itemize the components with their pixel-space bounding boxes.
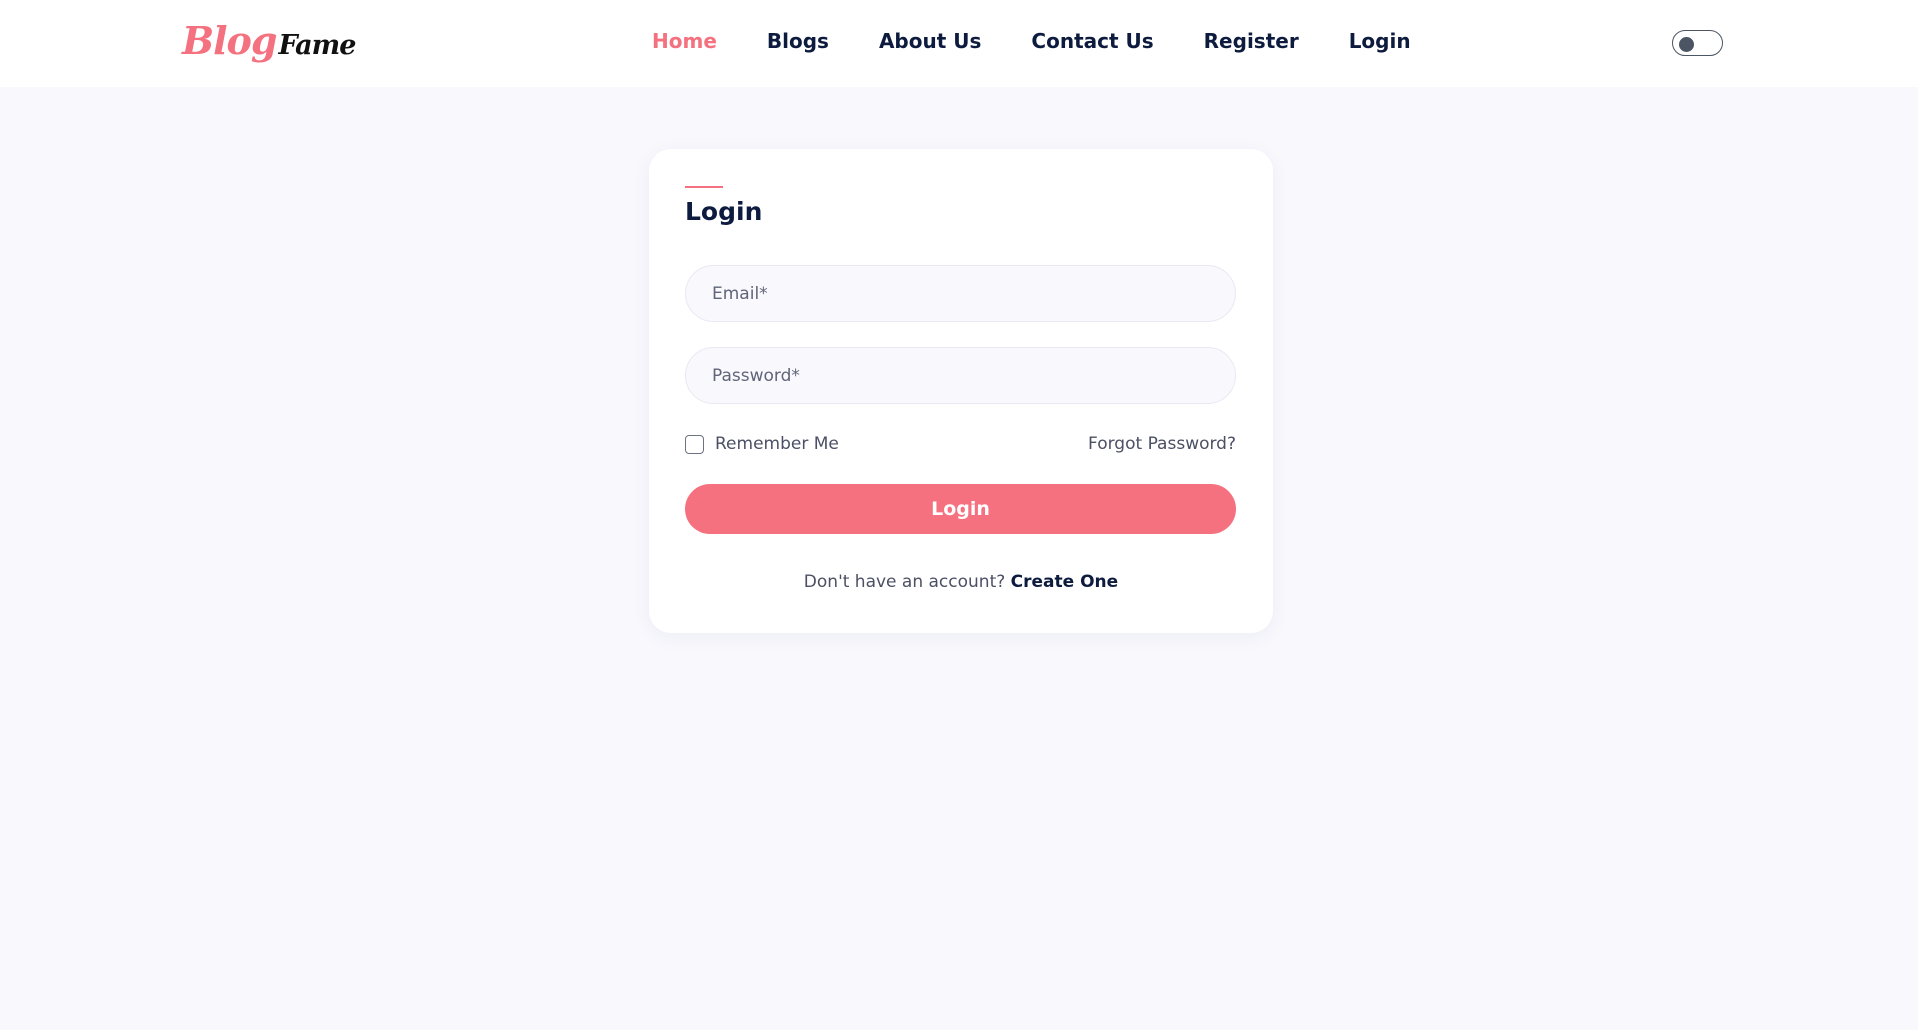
- title-accent-line: [685, 186, 723, 188]
- theme-toggle-knob: [1679, 36, 1694, 52]
- logo-text-blog: Blog: [182, 18, 277, 63]
- signup-prompt: Don't have an account? Create One: [649, 572, 1273, 592]
- remember-me[interactable]: Remember Me: [685, 434, 839, 454]
- create-account-link[interactable]: Create One: [1011, 572, 1119, 592]
- nav-item-about-us[interactable]: About Us: [879, 29, 981, 53]
- form-options-row: Remember Me Forgot Password?: [685, 432, 1236, 456]
- nav-item-home[interactable]: Home: [652, 29, 717, 53]
- nav-item-contact-us[interactable]: Contact Us: [1031, 29, 1153, 53]
- remember-me-checkbox[interactable]: [685, 434, 704, 454]
- logo-text-fame: Fame: [278, 30, 356, 61]
- remember-me-label: Remember Me: [715, 434, 839, 454]
- site-header: Blog Fame Home Blogs About Us Contact Us…: [0, 0, 1918, 87]
- signup-prompt-text: Don't have an account?: [803, 572, 1011, 592]
- password-field[interactable]: [685, 347, 1236, 404]
- theme-toggle[interactable]: [1672, 30, 1723, 56]
- forgot-password-link[interactable]: Forgot Password?: [1088, 434, 1236, 454]
- site-logo[interactable]: Blog Fame: [182, 18, 356, 68]
- nav-item-login[interactable]: Login: [1349, 29, 1411, 53]
- login-button[interactable]: Login: [685, 484, 1236, 534]
- main-nav: Home Blogs About Us Contact Us Register …: [652, 29, 1411, 53]
- email-field[interactable]: [685, 265, 1236, 322]
- nav-item-blogs[interactable]: Blogs: [767, 29, 829, 53]
- login-title: Login: [685, 197, 763, 226]
- login-card: Login Remember Me Forgot Password? Login…: [649, 149, 1273, 633]
- nav-item-register[interactable]: Register: [1204, 29, 1299, 53]
